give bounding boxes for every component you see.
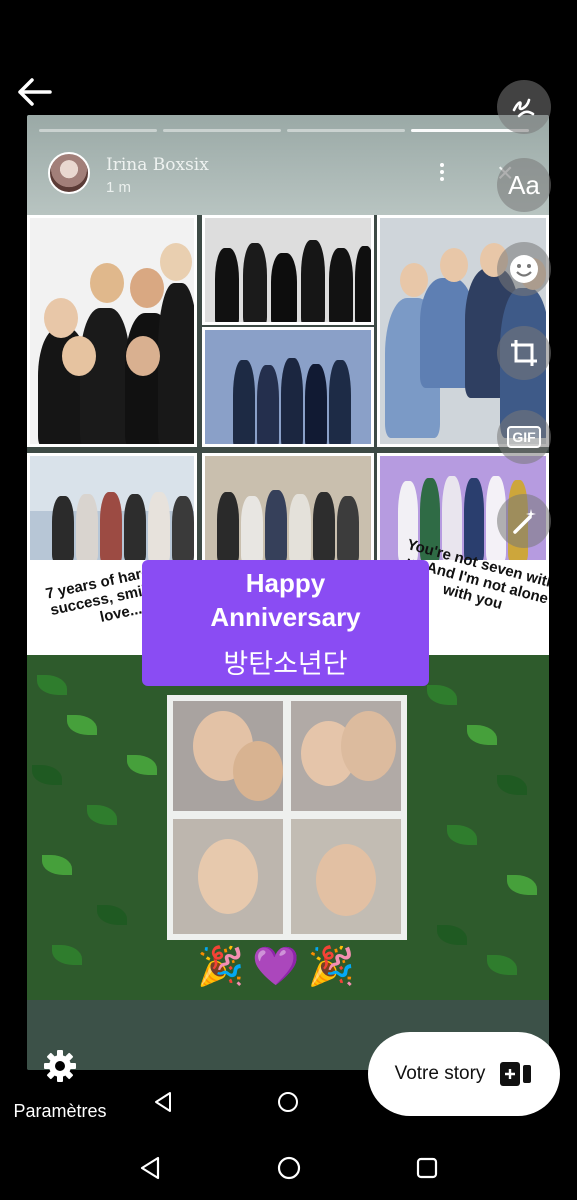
progress-segment [163, 129, 281, 132]
banner-line-3: 방탄소년단 [223, 649, 348, 680]
photo-group-wall [202, 453, 374, 563]
inner-home-nav-icon[interactable] [276, 1090, 300, 1114]
effects-icon[interactable] [497, 494, 551, 548]
draw-icon[interactable] [497, 80, 551, 134]
system-home-icon[interactable] [276, 1155, 302, 1181]
timestamp: 1 m [106, 179, 132, 196]
your-story-button[interactable]: Votre story [368, 1032, 560, 1116]
banner-line-1: Happy [245, 568, 326, 598]
story-icon [500, 1062, 532, 1086]
crop-icon[interactable] [497, 326, 551, 380]
gif-label: GIF [507, 426, 541, 448]
inner-back-nav-icon[interactable] [152, 1090, 174, 1114]
progress-segment [287, 129, 405, 132]
progress-segment [39, 129, 157, 132]
anniversary-banner: Happy Anniversary 방탄소년단 [142, 560, 429, 686]
window-frame [167, 695, 407, 940]
avatar [48, 152, 90, 194]
system-recents-icon[interactable] [416, 1157, 438, 1179]
story-preview: Irina Boxsix 1 m × [27, 115, 549, 1070]
photo-group-black-outfits [202, 215, 374, 325]
banner-line-2: Anniversary [210, 602, 361, 632]
photo-group-seaside [27, 453, 197, 563]
text-icon[interactable]: Aa [497, 158, 551, 212]
photo-window-scene: 🎉💜🎉 [27, 655, 549, 1000]
username: Irina Boxsix [106, 155, 209, 175]
photo-group-tuxedo [27, 215, 197, 447]
back-arrow-icon[interactable] [14, 72, 54, 112]
sticker-icon[interactable] [497, 242, 551, 296]
system-back-icon[interactable] [138, 1155, 162, 1181]
settings-label: Paramètres [13, 1101, 107, 1121]
settings-button[interactable]: Paramètres [8, 1045, 112, 1125]
your-story-label: Votre story [394, 1063, 486, 1084]
more-icon [437, 161, 447, 185]
emoji-row: 🎉💜🎉 [197, 946, 363, 988]
gif-icon[interactable]: GIF [497, 410, 551, 464]
photo-group-blue-room [202, 327, 374, 447]
gear-icon [44, 1050, 76, 1082]
